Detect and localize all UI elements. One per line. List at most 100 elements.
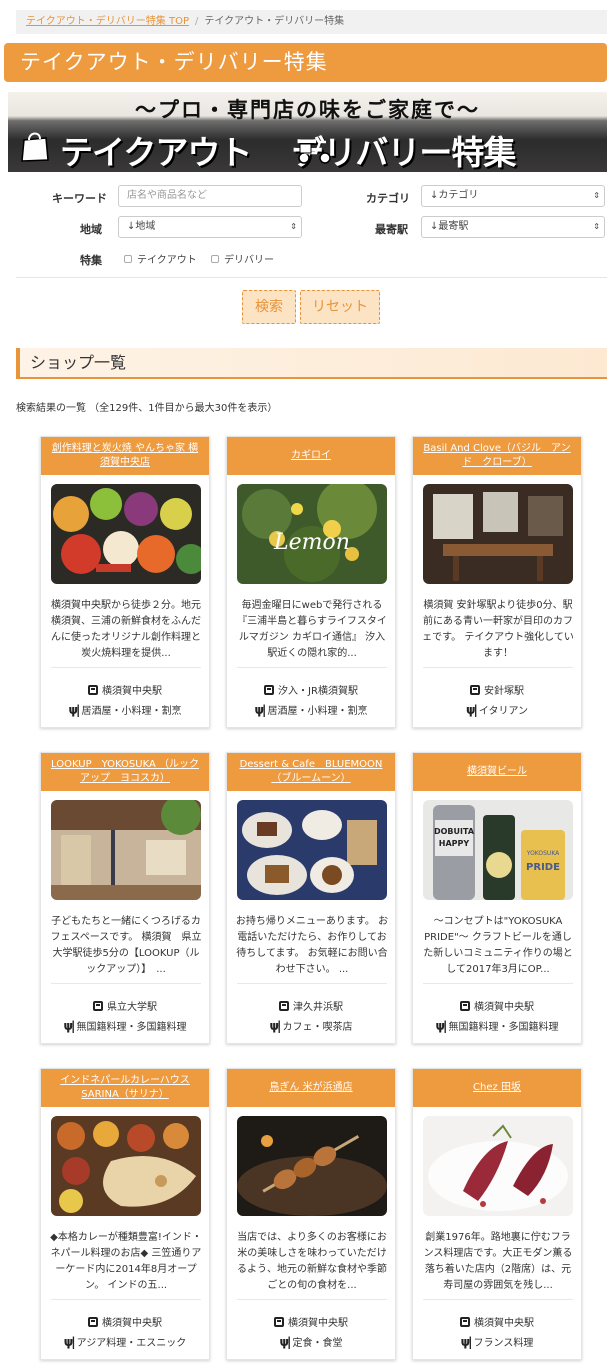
station-select[interactable]: ↓最寄駅 ⇕ — [421, 216, 605, 238]
card-divider — [237, 1299, 387, 1300]
shop-station: 安針塚駅 — [413, 682, 581, 697]
select-arrows-icon: ⇕ — [593, 191, 600, 200]
category-select[interactable]: ↓カテゴリ ⇕ — [421, 185, 605, 207]
shop-station: 横須賀中央駅 — [413, 998, 581, 1013]
checkbox-box[interactable] — [211, 254, 219, 263]
banner-subtitle: 〜プロ・専門店の味をご家庭で〜 — [135, 98, 480, 122]
shop-card[interactable]: LOOKUP YOKOSUKA （ルックアップ ヨコスカ） 子どもたちと一緒にく… — [40, 752, 210, 1044]
shop-genre-text: イタリアン — [478, 706, 529, 717]
shop-genre-text: アジア料理・エスニック — [76, 1338, 187, 1349]
train-icon — [88, 685, 98, 695]
fork-knife-icon: ψ| — [460, 1335, 473, 1349]
shop-description: ～コンセプトは"YOKOSUKA PRIDE"～ クラフトビールを通した新しいコ… — [423, 916, 573, 975]
shop-photo-lemon[interactable]: Lemon — [237, 484, 387, 584]
shop-card[interactable]: 創作料理と炭火焼 やんちゃ家 横須賀中央店 横須賀中央駅から徒歩２分。地元横須賀… — [40, 436, 210, 728]
reset-button[interactable]: リセット — [300, 290, 380, 324]
shop-card[interactable]: Basil And Clove（バジル アンド クローブ） 横須賀 安針塚駅より… — [412, 436, 582, 728]
shop-card[interactable]: 横須賀ビール DOBUITA HAPPY YOKOSUKA PRIDE ～コンセ… — [412, 752, 582, 1044]
shop-card[interactable]: Chez 田坂 創業1976年。路地裏に佇むフランス料理店です。大正モダン薫る落… — [412, 1068, 582, 1360]
shop-description: お持ち帰りメニューあります。 お電話いただけたら、お作りしてお待ちしてます。 お… — [235, 916, 389, 975]
shop-description: 毎週金曜日にwebで発行される『三浦半島と暮らすライフスタイルマガジン カギロイ… — [237, 600, 387, 659]
shop-station-text: 横須賀中央駅 — [474, 1318, 534, 1329]
breadcrumb: テイクアウト・デリバリー特集 TOP / テイクアウト・デリバリー特集 — [16, 10, 607, 34]
shop-description: 子どもたちと一緒にくつろげるカフェスペースです。 横須賀 県立大学駅徒歩5分の【… — [50, 916, 202, 975]
shop-photo-beer[interactable]: DOBUITA HAPPY YOKOSUKA PRIDE — [423, 800, 573, 900]
train-icon — [88, 1317, 98, 1327]
shop-card[interactable]: Dessert & Cafe BLUEMOON（ブルームーン） お持ち帰りメニュ… — [226, 752, 396, 1044]
fork-knife-icon: ψ| — [269, 1019, 282, 1033]
shop-genre: ψ| 定食・食堂 — [227, 1334, 395, 1349]
station-select-value: ↓最寄駅 — [430, 221, 469, 232]
breadcrumb-home-link[interactable]: テイクアウト・デリバリー特集 TOP — [26, 16, 189, 27]
feature-label: 特集 — [80, 254, 102, 267]
card-divider — [237, 983, 387, 984]
shop-list-heading: ショップ一覧 — [16, 348, 607, 379]
shop-station: 横須賀中央駅 — [227, 1314, 395, 1329]
shop-genre: ψ| 居酒屋・小料理・割烹 — [227, 702, 395, 717]
search-button[interactable]: 検索 — [242, 290, 296, 324]
shop-photo-cafe-interior[interactable] — [423, 484, 573, 584]
keyword-label: キーワード — [52, 192, 107, 205]
card-divider — [237, 667, 387, 668]
shop-station-text: 安針塚駅 — [484, 686, 524, 697]
shop-name-link[interactable]: Dessert & Cafe BLUEMOON（ブルームーン） — [227, 753, 395, 791]
shop-card[interactable]: インドネパールカレーハウス SARINA（サリナ） ◆本格カレーが種類豊富!イン… — [40, 1068, 210, 1360]
shop-name-link[interactable]: Chez 田坂 — [413, 1069, 581, 1107]
fork-knife-icon: ψ| — [435, 1019, 448, 1033]
shop-name-link[interactable]: インドネパールカレーハウス SARINA（サリナ） — [41, 1069, 209, 1107]
banner-title-left: テイクアウト — [60, 133, 252, 172]
select-arrows-icon: ⇕ — [593, 222, 600, 231]
shop-genre: ψ| アジア料理・エスニック — [41, 1334, 209, 1349]
shop-name-link[interactable]: 鳥ぎん 米が浜通店 — [227, 1069, 395, 1107]
shop-station: 横須賀中央駅 — [413, 1314, 581, 1329]
shop-photo-kids-cafe[interactable] — [51, 800, 201, 900]
result-summary: 検索結果の一覧 （全129件、1件目から最大30件を表示） — [16, 403, 278, 414]
card-divider — [51, 667, 201, 668]
shop-photo-french[interactable] — [423, 1116, 573, 1216]
shop-card[interactable]: カギロイ Lemon 毎週金曜日にwebで発行される『三浦半島と暮らすライフスタ… — [226, 436, 396, 728]
select-arrows-icon: ⇕ — [290, 222, 297, 231]
shop-station: 横須賀中央駅 — [41, 1314, 209, 1329]
area-select[interactable]: ↓地域 ⇕ — [118, 216, 302, 238]
shop-photo-desserts[interactable] — [237, 800, 387, 900]
shop-card[interactable]: 鳥ぎん 米が浜通店 当店では、より多くのお客様にお米の美味しさを味わっていただけ… — [226, 1068, 396, 1360]
page-title: テイクアウト・デリバリー特集 — [4, 43, 607, 82]
shop-station: 津久井浜駅 — [227, 998, 395, 1013]
shop-genre-text: 無国籍料理・多国籍料理 — [76, 1022, 187, 1033]
shop-station: 汐入・JR横須賀駅 — [227, 682, 395, 697]
checkbox-box[interactable] — [124, 254, 132, 263]
fork-knife-icon: ψ| — [279, 1335, 292, 1349]
card-divider — [51, 1299, 201, 1300]
keyword-input[interactable]: 店名や商品名など — [118, 185, 302, 207]
delivery-checkbox-label: デリバリー — [224, 255, 274, 266]
fork-knife-icon: ψ| — [63, 1335, 76, 1349]
shop-name-link[interactable]: 創作料理と炭火焼 やんちゃ家 横須賀中央店 — [41, 437, 209, 475]
shop-description: 横須賀 安針塚駅より徒歩0分、駅前にある青い一軒家が目印のカフェです。 テイクア… — [422, 600, 574, 659]
shop-name-link[interactable]: カギロイ — [227, 437, 395, 475]
shop-name-link[interactable]: LOOKUP YOKOSUKA （ルックアップ ヨコスカ） — [41, 753, 209, 791]
shop-photo-yakitori[interactable] — [237, 1116, 387, 1216]
takeout-checkbox[interactable]: テイクアウト — [124, 251, 197, 266]
shop-genre: ψ| フランス料理 — [413, 1334, 581, 1349]
shop-genre: ψ| 無国籍料理・多国籍料理 — [413, 1018, 581, 1033]
shop-photo-vegetables[interactable] — [51, 484, 201, 584]
shop-name-link[interactable]: 横須賀ビール — [413, 753, 581, 791]
card-divider — [423, 983, 573, 984]
shop-genre: ψ| 無国籍料理・多国籍料理 — [41, 1018, 209, 1033]
search-form: キーワード 店名や商品名など カテゴリ ↓カテゴリ ⇕ 地域 ↓地域 ⇕ 最寄駅… — [16, 172, 607, 278]
train-icon — [93, 1001, 103, 1011]
shop-station-text: 横須賀中央駅 — [102, 686, 162, 697]
shop-genre: ψ| カフェ・喫茶店 — [227, 1018, 395, 1033]
shop-station-text: 横須賀中央駅 — [474, 1002, 534, 1013]
area-select-value: ↓地域 — [127, 221, 156, 232]
shop-name-link[interactable]: Basil And Clove（バジル アンド クローブ） — [413, 437, 581, 475]
train-icon — [274, 1317, 284, 1327]
station-label: 最寄駅 — [375, 223, 408, 236]
shop-station: 横須賀中央駅 — [41, 682, 209, 697]
shop-genre-text: カフェ・喫茶店 — [282, 1022, 353, 1033]
delivery-checkbox[interactable]: デリバリー — [211, 251, 274, 266]
fork-knife-icon: ψ| — [465, 703, 478, 717]
category-select-value: ↓カテゴリ — [430, 190, 479, 201]
shop-photo-curry[interactable] — [51, 1116, 201, 1216]
lemon-image-text: Lemon — [273, 530, 350, 555]
